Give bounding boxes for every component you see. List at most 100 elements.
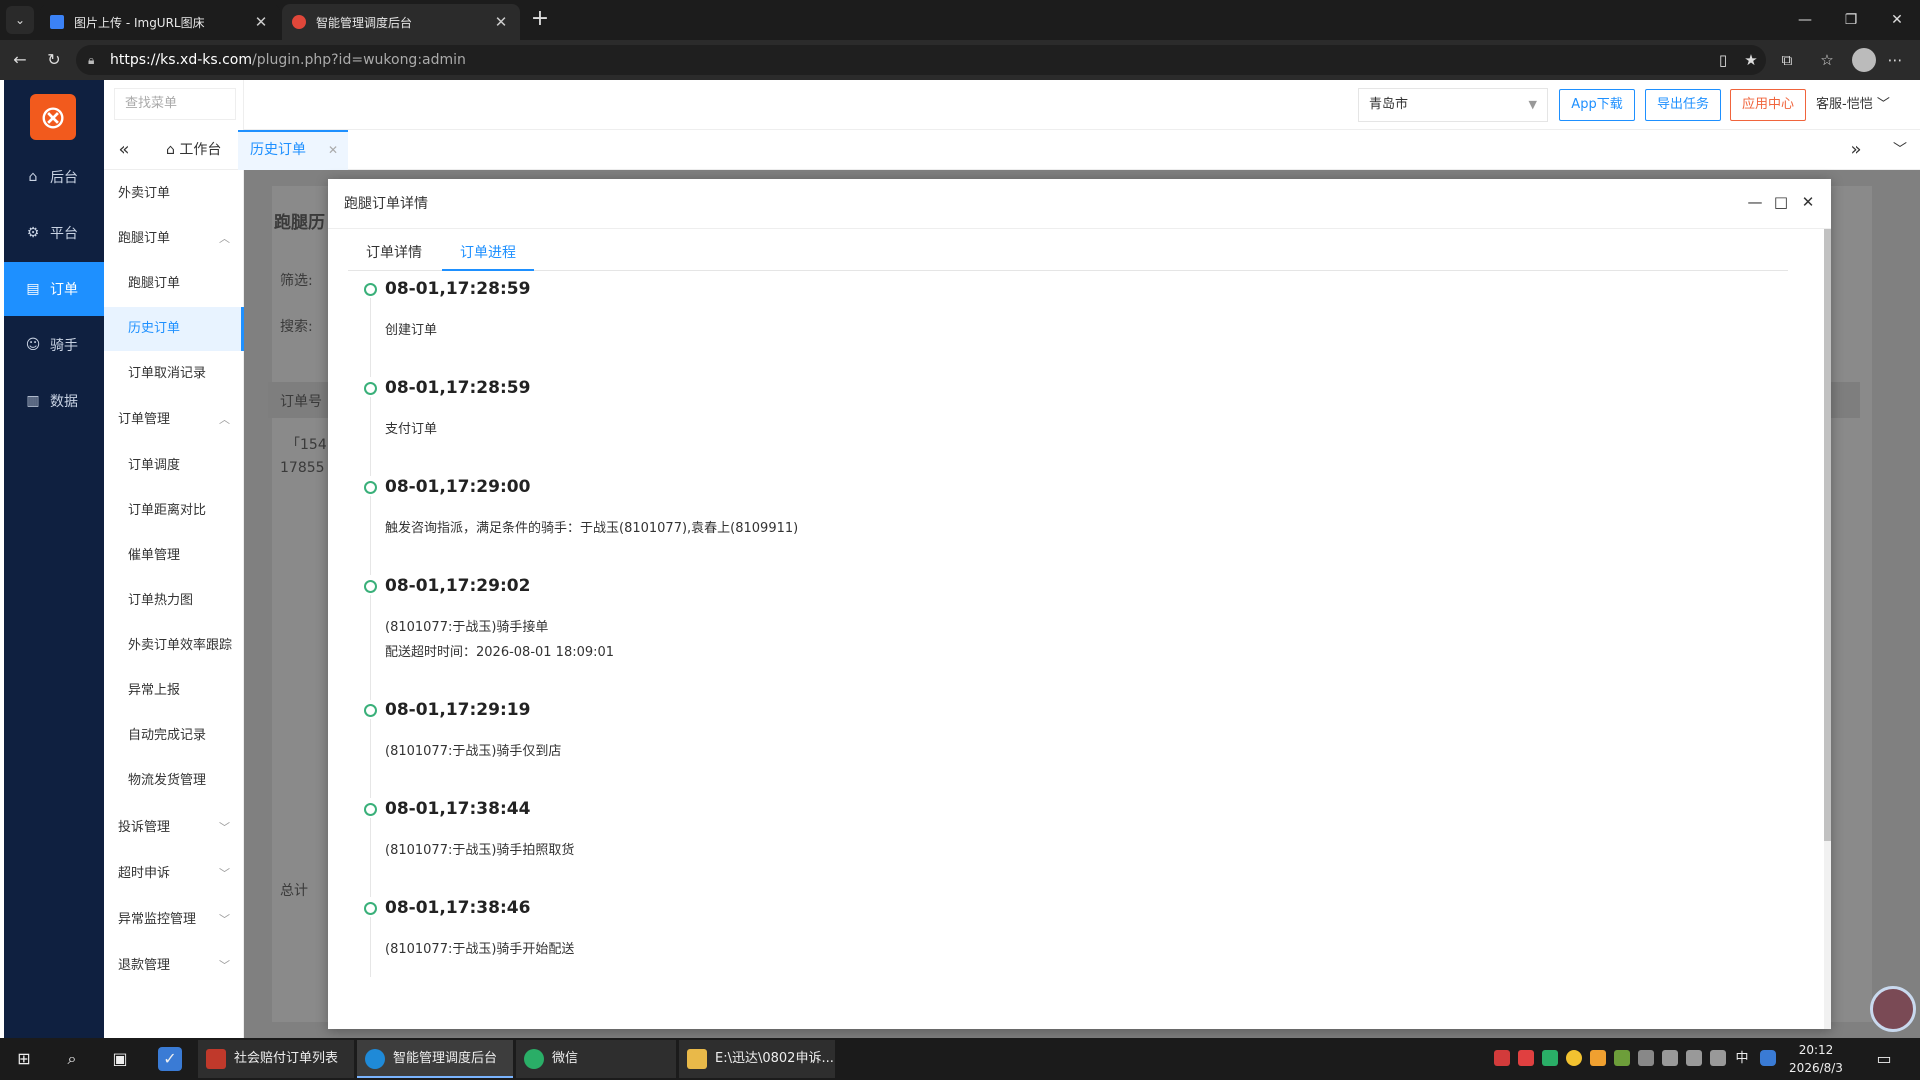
menu-item-history-orders[interactable]: 历史订单 — [104, 307, 244, 351]
tray-app-icon[interactable] — [1566, 1050, 1582, 1066]
ime-indicator[interactable]: 中 — [1728, 1047, 1756, 1071]
taskbar-app-edge[interactable]: 智能管理调度后台 ... — [357, 1040, 513, 1078]
page-tab-history[interactable]: 历史订单 ✕ — [238, 130, 348, 170]
menu-group-order-management[interactable]: 订单管理 ︿ — [104, 398, 244, 442]
primary-nav-item-home[interactable]: ⌂ 后台 — [4, 150, 104, 204]
city-select[interactable]: 青岛市 ▼ — [1358, 88, 1548, 122]
modal-scrollbar-thumb[interactable] — [1824, 229, 1831, 841]
close-icon[interactable]: ✕ — [1797, 191, 1819, 213]
maximize-icon[interactable]: □ — [1770, 191, 1792, 213]
taskbar-clock[interactable]: 20:12 2026/8/3 — [1770, 1041, 1862, 1077]
tray-nvidia-icon[interactable] — [1614, 1050, 1630, 1066]
timeline-desc: (8101077:于战玉)骑手接单 配送超时时间：2026-08-01 18:0… — [385, 615, 614, 665]
close-icon[interactable]: ✕ — [492, 13, 510, 31]
timeline-line — [370, 818, 371, 897]
menu-group-monitoring[interactable]: 异常监控管理 ﹀ — [104, 898, 244, 942]
timeline-line — [370, 298, 371, 377]
tray-app-icon[interactable] — [1638, 1050, 1654, 1066]
app-center-button[interactable]: 应用中心 — [1730, 89, 1806, 121]
pinned-app-icon[interactable]: ✓ — [158, 1047, 182, 1071]
star-icon[interactable]: ★ — [1740, 49, 1762, 71]
menu-item-distance-compare[interactable]: 订单距离对比 — [104, 489, 244, 533]
menu-search-input[interactable]: 查找菜单 — [114, 88, 236, 120]
collapse-left-icon[interactable]: « — [104, 130, 144, 170]
reader-view-icon[interactable]: ▯ — [1712, 49, 1734, 71]
tray-wps-icon[interactable] — [1518, 1050, 1534, 1066]
menu-item-takeout-orders[interactable]: 外卖订单 — [104, 172, 244, 216]
menu-item-errand-orders[interactable]: 跑腿订单 — [104, 262, 244, 306]
tray-wechat-icon[interactable] — [1542, 1050, 1558, 1066]
browser-tab-imgurl[interactable]: 图片上传 - ImgURL图床 ✕ — [40, 4, 280, 40]
menu-item-heatmap[interactable]: 订单热力图 — [104, 579, 244, 623]
taskbar-app-explorer[interactable]: E:\迅达\0802申诉... — [679, 1040, 835, 1078]
menu-group-refunds[interactable]: 退款管理 ﹀ — [104, 944, 244, 988]
primary-nav-item-orders[interactable]: ▤ 订单 — [4, 262, 104, 316]
user-menu[interactable]: 客服-恺恺 ﹀ — [1816, 80, 1890, 130]
floating-avatar[interactable] — [1870, 986, 1916, 1032]
timeline-time: 08-01,17:29:19 — [385, 700, 531, 720]
menu-item-exceptions[interactable]: 异常上报 — [104, 669, 244, 713]
menu-item-efficiency[interactable]: 外卖订单效率跟踪 — [104, 624, 244, 668]
export-task-button[interactable]: 导出任务 — [1645, 89, 1721, 121]
timeline-line-text: (8101077:于战玉)骑手接单 — [385, 620, 549, 635]
windows-start-icon[interactable]: ⊞ — [12, 1047, 36, 1071]
notifications-icon[interactable]: ▭ — [1872, 1047, 1896, 1071]
chevron-down-icon[interactable]: ﹀ — [1880, 130, 1920, 170]
primary-nav-item-riders[interactable]: ☺ 骑手 — [4, 318, 104, 372]
extensions-icon[interactable]: ⧉ — [1776, 49, 1798, 71]
restore-icon[interactable]: ❐ — [1828, 0, 1874, 40]
more-icon[interactable]: ⋯ — [1884, 49, 1906, 71]
close-icon[interactable]: ✕ — [252, 13, 270, 31]
scroll-right-icon[interactable]: » — [1836, 130, 1876, 170]
menu-group-errand-orders[interactable]: 跑腿订单 ︿ — [104, 217, 244, 261]
tab-list-button[interactable]: ⌄ — [6, 6, 34, 34]
column-order-no: 订单号 — [280, 394, 322, 410]
tab-order-progress[interactable]: 订单进程 — [442, 239, 534, 271]
menu-item-logistics[interactable]: 物流发货管理 — [104, 759, 244, 803]
menu-item-dispatch[interactable]: 订单调度 — [104, 444, 244, 488]
timeline-desc: (8101077:于战玉)骑手仅到店 — [385, 739, 561, 764]
profile-avatar[interactable] — [1852, 48, 1876, 72]
modal-scrollbar[interactable] — [1824, 229, 1831, 1029]
tray-shield-icon[interactable] — [1590, 1050, 1606, 1066]
menu-item-auto-complete[interactable]: 自动完成记录 — [104, 714, 244, 758]
tray-app-icon[interactable] — [1710, 1050, 1726, 1066]
home-outline-icon: ⌂ — [166, 142, 175, 158]
menu-item-reminders[interactable]: 催单管理 — [104, 534, 244, 578]
primary-nav-item-platform[interactable]: ⚙ 平台 — [4, 206, 104, 260]
primary-nav-item-data[interactable]: ▥ 数据 — [4, 374, 104, 428]
minimize-icon[interactable]: — — [1782, 0, 1828, 40]
favorites-icon[interactable]: ☆ — [1816, 49, 1838, 71]
tray-app-icon[interactable] — [1494, 1050, 1510, 1066]
menu-group-label: 订单管理 — [118, 412, 171, 427]
taskbar-app-label: 社会赔付订单列表0... — [234, 1051, 339, 1066]
menu-item-cancel-records[interactable]: 订单取消记录 — [104, 352, 244, 396]
page-tab-workbench[interactable]: ⌂ 工作台 — [154, 130, 233, 170]
primary-nav-label: 订单 — [50, 282, 78, 298]
top-toolbar: 青岛市 ▼ App下载 导出任务 应用中心 客服-恺恺 ﹀ — [244, 80, 1920, 130]
close-icon[interactable]: ✕ — [328, 132, 338, 168]
taskbar-app-wechat[interactable]: 微信 — [516, 1040, 676, 1078]
reload-icon[interactable]: ↻ — [42, 48, 66, 72]
minimize-icon[interactable]: — — [1744, 191, 1766, 213]
tab-order-detail[interactable]: 订单详情 — [348, 239, 440, 271]
wps-icon — [206, 1049, 226, 1069]
app-download-button[interactable]: App下载 — [1559, 89, 1635, 121]
tray-volume-icon[interactable] — [1686, 1050, 1702, 1066]
menu-group-timeout-appeal[interactable]: 超时申诉 ﹀ — [104, 852, 244, 896]
browser-tab-admin[interactable]: 智能管理调度后台 ✕ — [282, 4, 520, 40]
primary-nav-label: 骑手 — [50, 338, 78, 354]
task-view-icon[interactable]: ▣ — [108, 1047, 132, 1071]
total-label: 总计 — [280, 883, 308, 899]
timeline-time: 08-01,17:29:02 — [385, 576, 531, 596]
taskbar-app-wps[interactable]: 社会赔付订单列表0... — [198, 1040, 354, 1078]
search-icon[interactable]: ⌕ — [60, 1047, 84, 1071]
menu-group-complaints[interactable]: 投诉管理 ﹀ — [104, 806, 244, 850]
back-icon[interactable]: ← — [8, 48, 32, 72]
tray-network-icon[interactable] — [1662, 1050, 1678, 1066]
close-window-icon[interactable]: ✕ — [1874, 0, 1920, 40]
logo — [30, 94, 76, 140]
url-input[interactable]: 🔒︎ https://ks.xd-ks.com/plugin.php?id=wu… — [76, 45, 1766, 75]
new-tab-button[interactable]: + — [528, 8, 552, 32]
timeline-line-text: (8101077:于战玉)骑手拍照取货 — [385, 843, 575, 858]
